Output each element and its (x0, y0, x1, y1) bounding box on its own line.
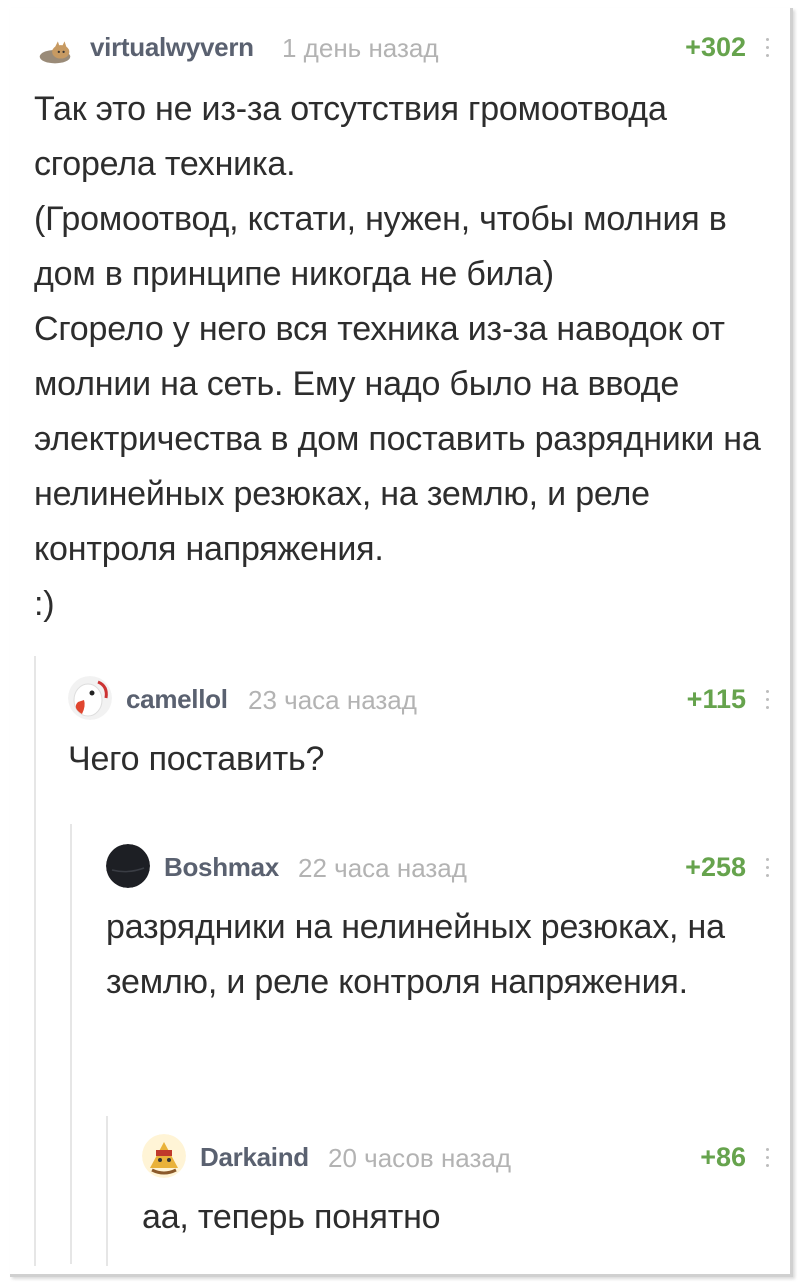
comment-header: camellol 23 часа назад +115 (68, 676, 774, 720)
comment-time[interactable]: 20 часов назад (328, 1143, 511, 1174)
thread-line-level-1 (34, 656, 36, 1266)
comments-panel: virtualwyvern 1 день назад +302 Так это … (10, 8, 793, 1277)
thread-line-level-2 (70, 824, 72, 1264)
comment-text: Так это не из-за отсутствия громоотвода … (34, 90, 761, 623)
comment-text: Чего поставить? (68, 740, 325, 778)
username[interactable]: camellol (126, 684, 228, 715)
comment: camellol 23 часа назад +115 Чего постави… (68, 676, 774, 787)
username[interactable]: Boshmax (164, 852, 279, 883)
more-options-icon[interactable] (760, 684, 774, 714)
comment-header: Darkaind 20 часов назад +86 (142, 1134, 774, 1178)
comment-rating: +86 (700, 1142, 746, 1172)
comment-header: Boshmax 22 часа назад +258 (106, 844, 774, 888)
comment-rating: +302 (685, 32, 746, 62)
username[interactable]: virtualwyvern (90, 32, 254, 63)
comment-time[interactable]: 1 день назад (282, 33, 439, 64)
comment-text: разрядники на нелинейных резюках, на зем… (106, 908, 725, 1001)
character-avatar[interactable] (142, 1134, 186, 1178)
comment-header: virtualwyvern 1 день назад +302 (34, 28, 774, 68)
username[interactable]: Darkaind (200, 1142, 309, 1173)
thread-line-level-3 (106, 1116, 108, 1266)
comment-text: аа, теперь понятно (142, 1198, 441, 1236)
comment-rating: +258 (685, 852, 746, 882)
cat-avatar[interactable] (34, 28, 76, 70)
comment-rating: +115 (686, 684, 746, 714)
goose-avatar[interactable] (68, 676, 112, 720)
more-options-icon[interactable] (760, 32, 774, 62)
comment: Darkaind 20 часов назад +86 аа, теперь п… (142, 1134, 774, 1245)
more-options-icon[interactable] (760, 1142, 774, 1172)
comment-time[interactable]: 22 часа назад (298, 853, 467, 884)
more-options-icon[interactable] (760, 852, 774, 882)
comment: virtualwyvern 1 день назад +302 Так это … (34, 28, 774, 632)
dark-circle-avatar[interactable] (106, 844, 150, 888)
comment: Boshmax 22 часа назад +258 разрядники на… (106, 844, 774, 1010)
comment-time[interactable]: 23 часа назад (248, 685, 417, 716)
